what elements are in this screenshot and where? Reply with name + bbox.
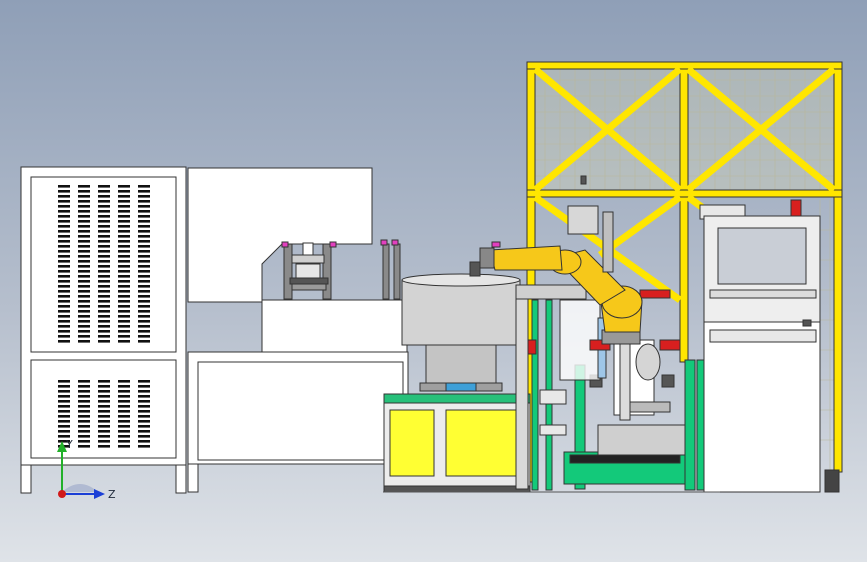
triad-plane-indicator: [62, 484, 98, 492]
control-cabinet: [703, 199, 840, 493]
press-machine: [187, 167, 409, 493]
y-axis-label: Y: [65, 438, 73, 451]
assembly-drawing: [20, 61, 843, 494]
bowl-feeder: [401, 273, 521, 392]
press-tooling: [281, 239, 401, 300]
cad-viewport[interactable]: Y Z: [0, 0, 867, 562]
z-axis-arrow-icon: [94, 489, 105, 499]
axis-triad: Y Z: [57, 438, 116, 501]
feeder-base: [383, 393, 531, 493]
origin-dot-icon: [58, 490, 66, 498]
z-axis-label: Z: [108, 488, 116, 501]
